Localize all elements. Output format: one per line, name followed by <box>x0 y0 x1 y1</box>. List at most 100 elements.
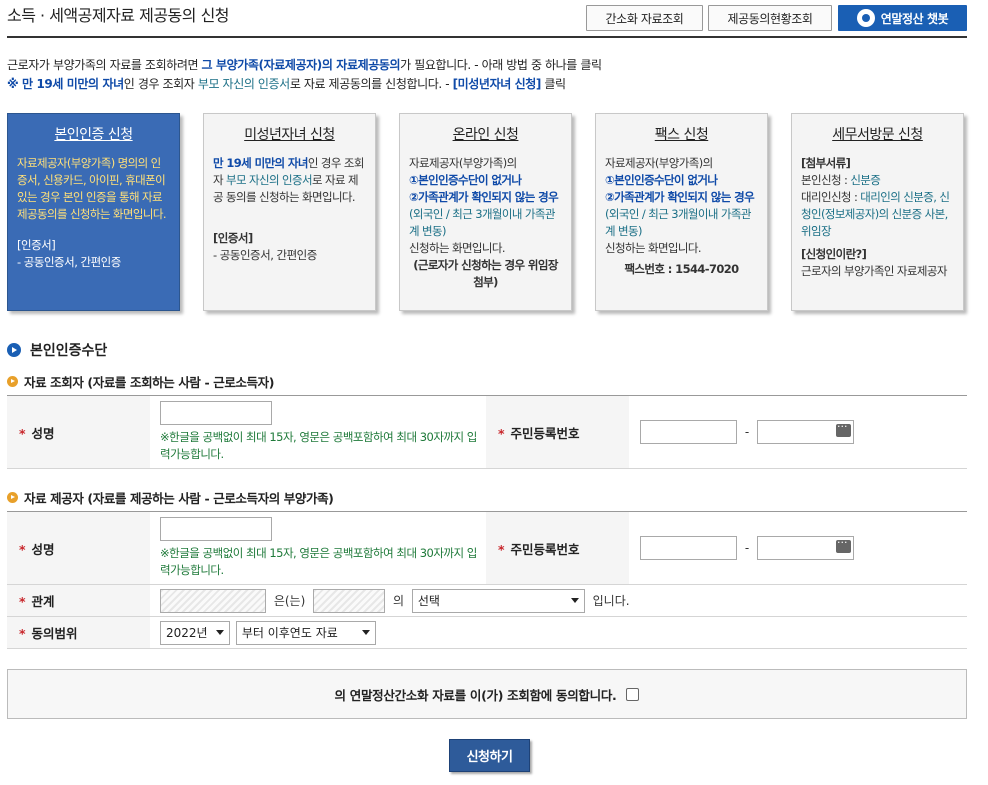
card-text: 근로자의 부양가족인 자료제공자 <box>801 264 947 278</box>
lookup-name-input[interactable] <box>160 401 272 425</box>
lookup-form-table: * 성명 ※한글을 공백없이 최대 15자, 영문은 공백포함하여 최대 30자까… <box>7 395 967 469</box>
field-cell: 2022년 부터 이후연도 자료 <box>150 616 967 649</box>
label-text: 주민등록번호 <box>510 541 580 557</box>
provider-name-input[interactable] <box>160 517 272 541</box>
label-text: 동의범위 <box>31 626 78 641</box>
field-label: * 성명 <box>7 511 150 585</box>
field-label: * 주민등록번호 <box>486 511 629 585</box>
chevron-down-icon <box>570 598 579 603</box>
card-text: 자료제공자(부양가족)의 <box>605 156 713 170</box>
scope-range-select[interactable]: 부터 이후연도 자료 <box>235 620 376 645</box>
required-mark: * <box>498 425 505 441</box>
card-highlight: 만 19세 미만의 자녀 <box>213 156 308 170</box>
lookup-row-name: * 성명 ※한글을 공백없이 최대 15자, 영문은 공백포함하여 최대 30자까… <box>7 395 967 469</box>
fax-number: 팩스번호 : 1544-7020 <box>624 262 739 276</box>
relation-provider-name-box <box>160 588 266 613</box>
field-label: * 관계 <box>7 584 150 617</box>
label-text: 성명 <box>31 541 55 557</box>
card-text: 신청하는 화면입니다. <box>605 241 702 255</box>
relation-lookup-name-box <box>313 588 386 613</box>
card-highlight: 신분증 <box>850 173 881 187</box>
page-title: 소득 · 세액공제자료 제공동의 신청 <box>7 6 230 25</box>
required-mark: * <box>498 541 505 557</box>
card-self-auth[interactable]: 본인인증 신청 자료제공자(부양가족) 명의의 인증서, 신용카드, 아이핀, … <box>7 113 180 311</box>
intro-text: 근로자가 부양가족의 자료를 조회하려면 그 부양가족(자료제공자)의 자료제공… <box>7 56 967 94</box>
intro-text-part: 클릭 <box>541 77 566 91</box>
relation-select[interactable]: 선택 <box>411 588 585 613</box>
bullet-arrow-icon <box>7 376 18 387</box>
field-label: * 동의범위 <box>7 616 150 649</box>
scope-range-value: 부터 이후연도 자료 <box>241 626 338 640</box>
field-cell: ※한글을 공백없이 최대 15자, 영문은 공백포함하여 최대 30자까지 입력… <box>150 511 486 585</box>
card-text: (외국인 / 최근 3개월이내 가족관계 변동) <box>605 207 751 238</box>
card-text: 자료제공자(부양가족)의 <box>409 156 517 170</box>
chatbot-icon <box>856 9 875 27</box>
chatbot-button[interactable]: 연말정산 챗봇 <box>838 5 967 31</box>
card-foot-title: [인증서] <box>17 238 56 252</box>
field-cell: - <box>629 395 967 469</box>
card-minor-child[interactable]: 미성년자녀 신청 만 19세 미만의 자녀인 경우 조회자 부모 자신의 인증서… <box>203 113 376 311</box>
required-mark: * <box>19 626 26 641</box>
intro-line-2: ※ 만 19세 미만의 자녀인 경우 조회자 부모 자신의 인증서로 자료 제공… <box>7 75 967 94</box>
name-hint: ※한글을 공백없이 최대 15자, 영문은 공백포함하여 최대 30자까지 입력… <box>160 430 477 461</box>
card-body: 자료제공자(부양가족)의 ①본인인증수단이 없거나 ②가족관계가 확인되지 않는… <box>605 155 758 278</box>
provider-subtitle: 자료 제공자 (자료를 제공하는 사람 - 근로소득자의 부양가족) <box>7 488 334 507</box>
intro-line-1: 근로자가 부양가족의 자료를 조회하려면 그 부양가족(자료제공자)의 자료제공… <box>7 56 967 75</box>
rrn-dash: - <box>744 425 750 439</box>
intro-text-part: 근로자가 부양가족의 자료를 조회하려면 <box>7 58 202 72</box>
section-title: 본인인증수단 <box>7 340 107 360</box>
required-mark: * <box>19 425 26 441</box>
intro-highlight: 그 부양가족(자료제공자)의 자료제공동의 <box>201 58 401 72</box>
section-title-label: 본인인증수단 <box>30 343 108 359</box>
intro-highlight: 부모 자신의 인증서 <box>197 77 290 91</box>
card-title: 본인인증 신청 <box>54 127 133 143</box>
card-highlight: ①본인인증수단이 없거나 <box>409 173 522 187</box>
card-foot: [인증서] - 공동인증서, 간편인증 <box>17 237 170 271</box>
required-mark: * <box>19 541 26 557</box>
card-text: (외국인 / 최근 3개월이내 가족관계 변동) <box>409 207 555 238</box>
method-cards: 본인인증 신청 자료제공자(부양가족) 명의의 인증서, 신용카드, 아이핀, … <box>7 113 967 313</box>
agreement-text: 의 연말정산간소화 자료를 이(가) 조회함에 동의합니다. <box>334 687 617 703</box>
agreement-checkbox[interactable] <box>626 687 640 701</box>
chevron-down-icon <box>216 630 224 635</box>
card-note: (근로자가 신청하는 경우 위임장 첨부) <box>413 258 558 289</box>
card-text: 신청하는 화면입니다. <box>409 241 506 255</box>
keypad-icon[interactable] <box>836 420 851 437</box>
simple-lookup-button[interactable]: 간소화 자료조회 <box>586 5 703 31</box>
card-fax[interactable]: 팩스 신청 자료제공자(부양가족)의 ①본인인증수단이 없거나 ②가족관계가 확… <box>595 113 768 311</box>
label-text: 관계 <box>31 594 55 609</box>
consent-status-button[interactable]: 제공동의현황조회 <box>708 5 832 31</box>
card-foot-title: [인증서] <box>213 231 253 245</box>
lookup-rrn-front-input[interactable] <box>640 420 737 444</box>
relation-text: 은(는) <box>273 594 306 608</box>
chatbot-label: 연말정산 챗봇 <box>880 11 949 26</box>
keypad-icon[interactable] <box>836 536 851 553</box>
card-title: 온라인 신청 <box>452 127 519 143</box>
name-hint: ※한글을 공백없이 최대 15자, 영문은 공백포함하여 최대 30자까지 입력… <box>160 546 477 577</box>
label-text: 주민등록번호 <box>510 425 580 441</box>
required-mark: * <box>19 594 26 609</box>
card-foot-text: - 공동인증서, 간편인증 <box>17 255 121 269</box>
card-online[interactable]: 온라인 신청 자료제공자(부양가족)의 ①본인인증수단이 없거나 ②가족관계가 … <box>399 113 572 311</box>
field-cell: ※한글을 공백없이 최대 15자, 영문은 공백포함하여 최대 30자까지 입력… <box>150 395 486 469</box>
card-highlight: ①본인인증수단이 없거나 <box>605 173 718 187</box>
card-foot-title: [첨부서류] <box>801 156 851 170</box>
card-text: 본인신청 : <box>801 173 851 187</box>
relation-text: 입니다. <box>592 594 630 608</box>
scope-year-select[interactable]: 2022년 <box>160 620 230 645</box>
provider-subtitle-label: 자료 제공자 (자료를 제공하는 사람 - 근로소득자의 부양가족) <box>24 491 334 506</box>
lookup-subtitle: 자료 조회자 (자료를 조회하는 사람 - 근로소득자) <box>7 372 274 391</box>
card-tax-office-visit[interactable]: 세무서방문 신청 [첨부서류] 본인신청 : 신분증 대리인신청 : 대리인의 … <box>791 113 964 311</box>
scope-year-value: 2022년 <box>166 626 208 640</box>
provider-rrn-front-input[interactable] <box>640 536 737 560</box>
card-body: 자료제공자(부양가족) 명의의 인증서, 신용카드, 아이핀, 휴대폰이 있는 … <box>17 156 166 221</box>
lookup-subtitle-label: 자료 조회자 (자료를 조회하는 사람 - 근로소득자) <box>24 375 275 390</box>
relation-select-value: 선택 <box>417 594 440 608</box>
card-foot-title: [신청인이란?] <box>801 247 867 261</box>
label-text: 성명 <box>31 425 55 441</box>
card-foot: [인증서] - 공동인증서, 간편인증 <box>213 230 366 264</box>
submit-button[interactable]: 신청하기 <box>449 739 530 772</box>
card-title: 미성년자녀 신청 <box>244 127 335 143</box>
rrn-back-wrapper <box>757 536 854 560</box>
card-body: [첨부서류] 본인신청 : 신분증 대리인신청 : 대리인의 신분증, 신청인(… <box>801 155 954 280</box>
